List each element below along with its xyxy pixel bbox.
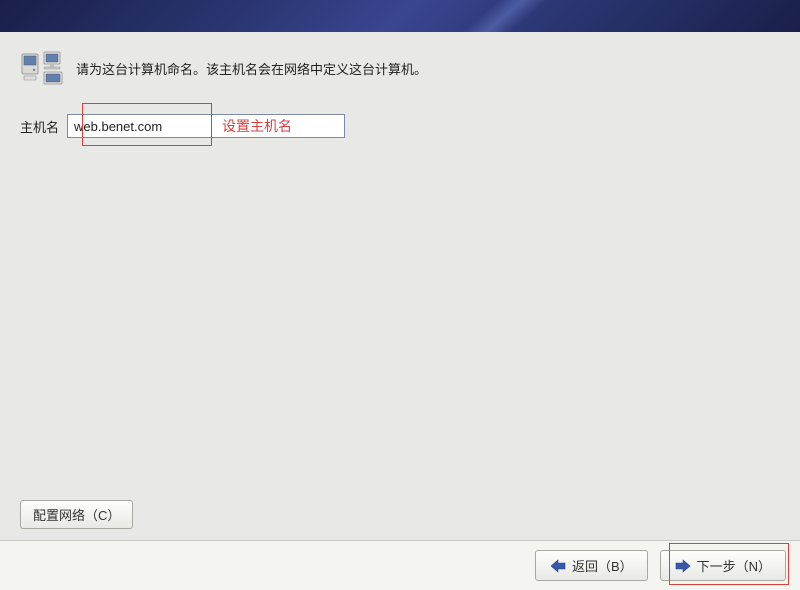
arrow-right-icon [675, 559, 691, 573]
footer-bar: 返回（B） 下一步（N） [0, 540, 800, 590]
hostname-input[interactable] [67, 114, 345, 138]
computer-network-icon [20, 50, 64, 86]
next-button-label: 下一步（N） [697, 556, 771, 575]
back-button[interactable]: 返回（B） [535, 550, 648, 581]
hostname-label: 主机名 [20, 117, 59, 136]
arrow-left-icon [550, 559, 566, 573]
configure-network-button[interactable]: 配置网络（C） [20, 500, 133, 529]
next-button[interactable]: 下一步（N） [660, 550, 786, 581]
back-button-label: 返回（B） [572, 556, 633, 575]
header-banner [0, 0, 800, 32]
instruction-text: 请为这台计算机命名。该主机名会在网络中定义这台计算机。 [76, 59, 427, 78]
